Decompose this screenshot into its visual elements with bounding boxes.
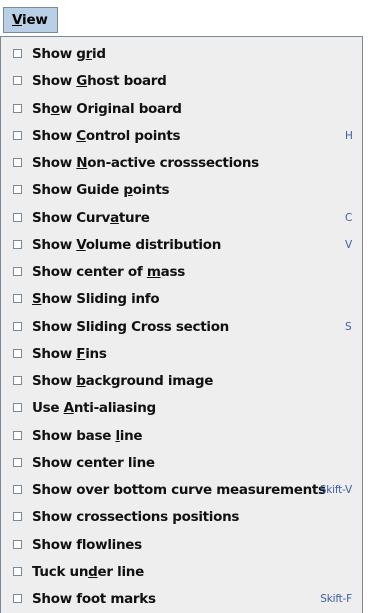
menu-item-label: Show flowlines [32,536,142,553]
menu-item-label: Show Fins [32,345,107,362]
checkbox-icon[interactable] [13,239,22,249]
menu-item-label: Show Guide points [32,182,170,199]
checkbox-icon[interactable] [13,566,22,576]
checkbox-icon[interactable] [13,49,22,58]
checkbox-icon[interactable] [13,594,22,603]
menu-item-accelerator: Skift-V [319,484,352,496]
menu-item-label: Show Sliding info [32,291,160,308]
checkbox-icon[interactable] [13,130,22,140]
menu-item-accelerator: V [345,238,352,251]
menu-item-show-sliding-info[interactable]: Show Sliding info [1,286,362,313]
menu-item-accelerator: H [345,129,353,142]
checkbox-icon[interactable] [13,512,22,522]
menu-item-label: Show Ghost board [32,73,167,90]
menu-item-show-fins[interactable]: Show Fins [1,341,362,368]
menu-item-accelerator: S [345,320,352,333]
menu-item-show-flowlines[interactable]: Show flowlines [1,532,362,559]
menu-item-label: Show center line [32,454,155,471]
menu-item-label: Show Curvature [32,209,150,226]
checkbox-icon[interactable] [13,212,22,222]
menu-item-show-curvature[interactable]: Show Curvature C [1,205,362,232]
menu-item-show-ghost-board[interactable]: Show Ghost board [1,68,362,95]
checkbox-icon[interactable] [13,485,22,494]
menu-item-show-foot-marks[interactable]: Show foot marks Skift-F [1,586,362,613]
checkbox-icon[interactable] [13,103,22,113]
menu-bar: View [0,0,390,36]
checkbox-icon[interactable] [13,321,22,331]
menu-item-accelerator: Skift-F [320,593,352,605]
view-menu-popup: Show grid Show Ghost board Show Original b… [0,36,363,613]
menu-item-label: Show over bottom curve measurements [32,482,326,498]
checkbox-icon[interactable] [13,76,22,86]
menu-item-label: Show base line [32,427,143,444]
menu-item-label: Show crossections positions [32,509,240,526]
checkbox-icon[interactable] [13,403,22,413]
menu-item-show-base-line[interactable]: Show base line [1,423,362,450]
menu-item-accelerator: C [345,211,353,224]
menu-item-use-anti-aliasing[interactable]: Use Anti-aliasing [1,395,362,422]
menu-item-show-crossections-positions[interactable]: Show crossections positions [1,504,362,531]
menu-item-show-volume-distribution[interactable]: Show Volume distribution V [1,232,362,259]
checkbox-icon[interactable] [13,158,22,167]
menu-item-label: Show Non-active crosssections [32,155,259,171]
menu-item-label: Show Volume distribution [32,236,222,253]
menu-item-tuck-under-line[interactable]: Tuck under line [1,559,362,586]
menu-item-show-control-points[interactable]: Show Control points H [1,123,362,150]
menu-item-label: Show Sliding Cross section [32,318,229,335]
menu-item-label: Show foot marks [32,591,156,607]
checkbox-icon[interactable] [13,267,22,276]
menu-item-label: Show center of mass [32,264,185,280]
menu-item-label: Use Anti-aliasing [32,400,156,417]
checkbox-icon[interactable] [13,185,22,195]
menu-item-show-original-board[interactable]: Show Original board [1,96,362,123]
checkbox-icon[interactable] [13,457,22,467]
checkbox-icon[interactable] [13,348,22,358]
menu-item-label: Show Control points [32,127,181,144]
menu-item-show-sliding-cross-section[interactable]: Show Sliding Cross section S [1,314,362,341]
menu-item-label: Show Original board [32,100,182,117]
checkbox-icon[interactable] [13,539,22,549]
checkbox-icon[interactable] [13,430,22,440]
menu-item-show-guide-points[interactable]: Show Guide points [1,177,362,204]
checkbox-icon[interactable] [13,294,22,304]
view-menu-rest: iew [22,12,48,28]
view-menu-mnemonic: V [12,12,23,28]
menu-item-show-non-active-crosssections[interactable]: Show Non-active crosssections [1,150,362,177]
menu-item-label: Show background image [32,373,214,389]
view-menu[interactable]: View [3,7,58,33]
menu-item-label: Tuck under line [32,563,144,580]
menu-item-label: Show grid [32,46,106,62]
menu-item-show-background-image[interactable]: Show background image [1,368,362,395]
menu-item-show-center-line[interactable]: Show center line [1,450,362,477]
menu-item-show-grid[interactable]: Show grid [1,41,362,68]
menu-item-show-over-bottom-curve-measurements[interactable]: Show over bottom curve measurements Skift… [1,477,362,504]
menu-item-show-center-of-mass[interactable]: Show center of mass [1,259,362,286]
view-menu-items: Show grid Show Ghost board Show Original b… [1,41,362,613]
checkbox-icon[interactable] [13,376,22,385]
